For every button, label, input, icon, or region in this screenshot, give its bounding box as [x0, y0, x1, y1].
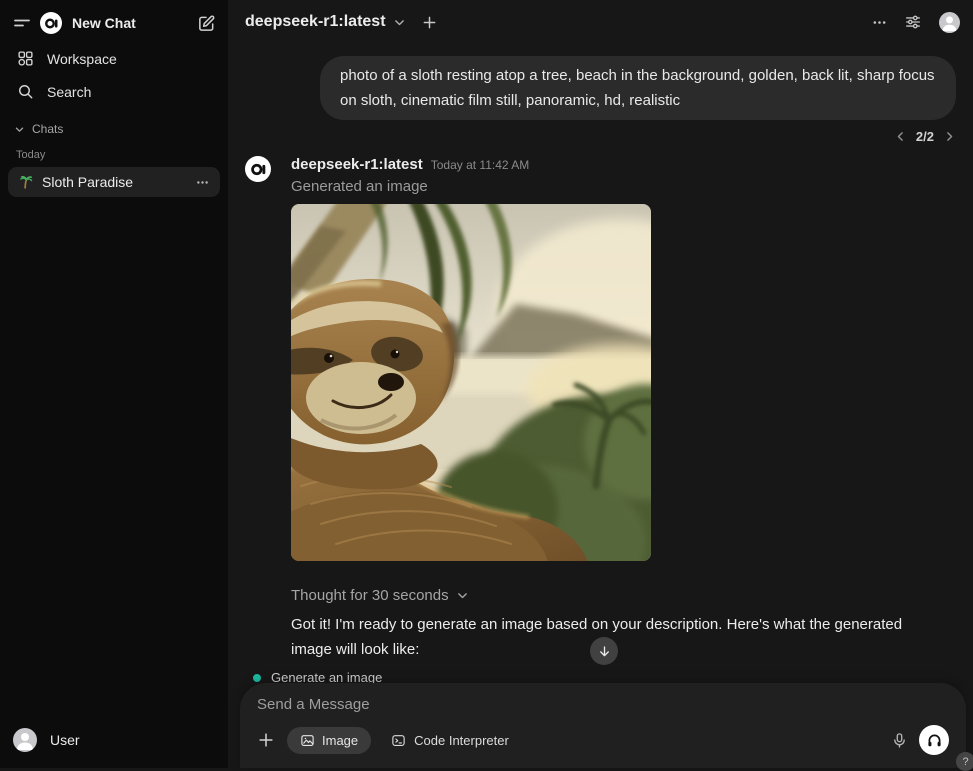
user-message-bubble: photo of a sloth resting atop a tree, be… [320, 56, 956, 120]
chevron-down-icon [14, 124, 25, 135]
attach-button[interactable] [257, 731, 275, 749]
compose-icon[interactable] [192, 9, 220, 37]
palm-tree-icon [18, 175, 33, 190]
photo-icon [300, 733, 315, 748]
workspace-label: Workspace [47, 51, 117, 67]
assistant-model-name: deepseek-r1:latest [291, 156, 423, 173]
sliders-icon [904, 13, 922, 31]
message-timestamp: Today at 11:42 AM [431, 158, 530, 172]
headphones-icon [926, 732, 943, 749]
new-chat-label: New Chat [72, 15, 136, 31]
user-name-label: User [50, 732, 80, 748]
chat-controls-button[interactable] [899, 8, 927, 36]
microphone-icon[interactable] [891, 732, 908, 749]
image-toggle-label: Image [322, 733, 358, 748]
user-avatar [13, 728, 37, 752]
chat-list-item-sloth-paradise[interactable]: Sloth Paradise [8, 167, 220, 197]
model-selector[interactable]: deepseek-r1:latest [245, 13, 406, 31]
chat-header: deepseek-r1:latest [228, 0, 973, 44]
chats-section-label: Chats [32, 122, 63, 136]
chevron-down-icon [393, 16, 406, 29]
sidebar-item-search[interactable]: Search [8, 75, 220, 108]
sidebar-toggle-button[interactable] [8, 9, 36, 37]
composer-actions [891, 725, 949, 755]
message-composer: Send a Message Image Code Interpreter [240, 683, 966, 768]
chevron-down-icon [456, 589, 469, 602]
profile-avatar[interactable] [939, 12, 960, 33]
sidebar-header: New Chat [8, 8, 220, 38]
code-interpreter-toggle-button[interactable]: Code Interpreter [383, 727, 517, 754]
message-pagination: 2/2 [245, 129, 956, 144]
main-area: deepseek-r1:latest [228, 0, 973, 768]
generated-image[interactable] [291, 204, 651, 561]
chevron-right-icon[interactable] [943, 130, 956, 143]
chat-item-title: Sloth Paradise [42, 174, 186, 190]
message-input[interactable]: Send a Message [257, 696, 949, 714]
sidebar: New Chat Workspace Search Chats Today Sl… [0, 0, 228, 768]
workspace-icon [17, 50, 34, 67]
plus-icon [422, 15, 437, 30]
page-indicator: 2/2 [916, 129, 934, 144]
app-logo-icon [40, 12, 62, 34]
chats-section-toggle[interactable]: Chats [8, 108, 220, 140]
date-group-label: Today [8, 140, 220, 167]
generated-image-label: Generated an image [291, 178, 956, 195]
chat-item-menu-icon[interactable] [195, 175, 210, 190]
help-button[interactable]: ? [956, 752, 973, 771]
assistant-name-row: deepseek-r1:latest Today at 11:42 AM [291, 156, 956, 173]
search-label: Search [47, 84, 91, 100]
chevron-left-icon[interactable] [894, 130, 907, 143]
sidebar-item-workspace[interactable]: Workspace [8, 42, 220, 75]
composer-toolbar: Image Code Interpreter [257, 725, 949, 755]
status-dot-icon [253, 674, 261, 682]
assistant-message: deepseek-r1:latest Today at 11:42 AM Gen… [245, 156, 956, 699]
image-toggle-button[interactable]: Image [287, 727, 371, 754]
thought-toggle[interactable]: Thought for 30 seconds [291, 587, 956, 604]
chat-menu-button[interactable] [865, 8, 893, 36]
assistant-message-body: deepseek-r1:latest Today at 11:42 AM Gen… [291, 156, 956, 699]
search-icon [17, 83, 34, 100]
user-menu-button[interactable]: User [8, 720, 220, 760]
model-avatar-icon [245, 156, 271, 182]
arrow-down-icon [597, 644, 612, 659]
model-name: deepseek-r1:latest [245, 13, 386, 31]
code-interpreter-label: Code Interpreter [414, 733, 509, 748]
ellipsis-icon [871, 14, 888, 31]
new-model-button[interactable] [416, 8, 444, 36]
header-actions [865, 8, 960, 36]
scroll-to-bottom-button[interactable] [590, 637, 618, 665]
voice-call-button[interactable] [919, 725, 949, 755]
new-chat-button[interactable]: New Chat [40, 12, 192, 34]
terminal-icon [391, 733, 406, 748]
thought-label: Thought for 30 seconds [291, 587, 449, 604]
hamburger-icon [12, 13, 32, 33]
